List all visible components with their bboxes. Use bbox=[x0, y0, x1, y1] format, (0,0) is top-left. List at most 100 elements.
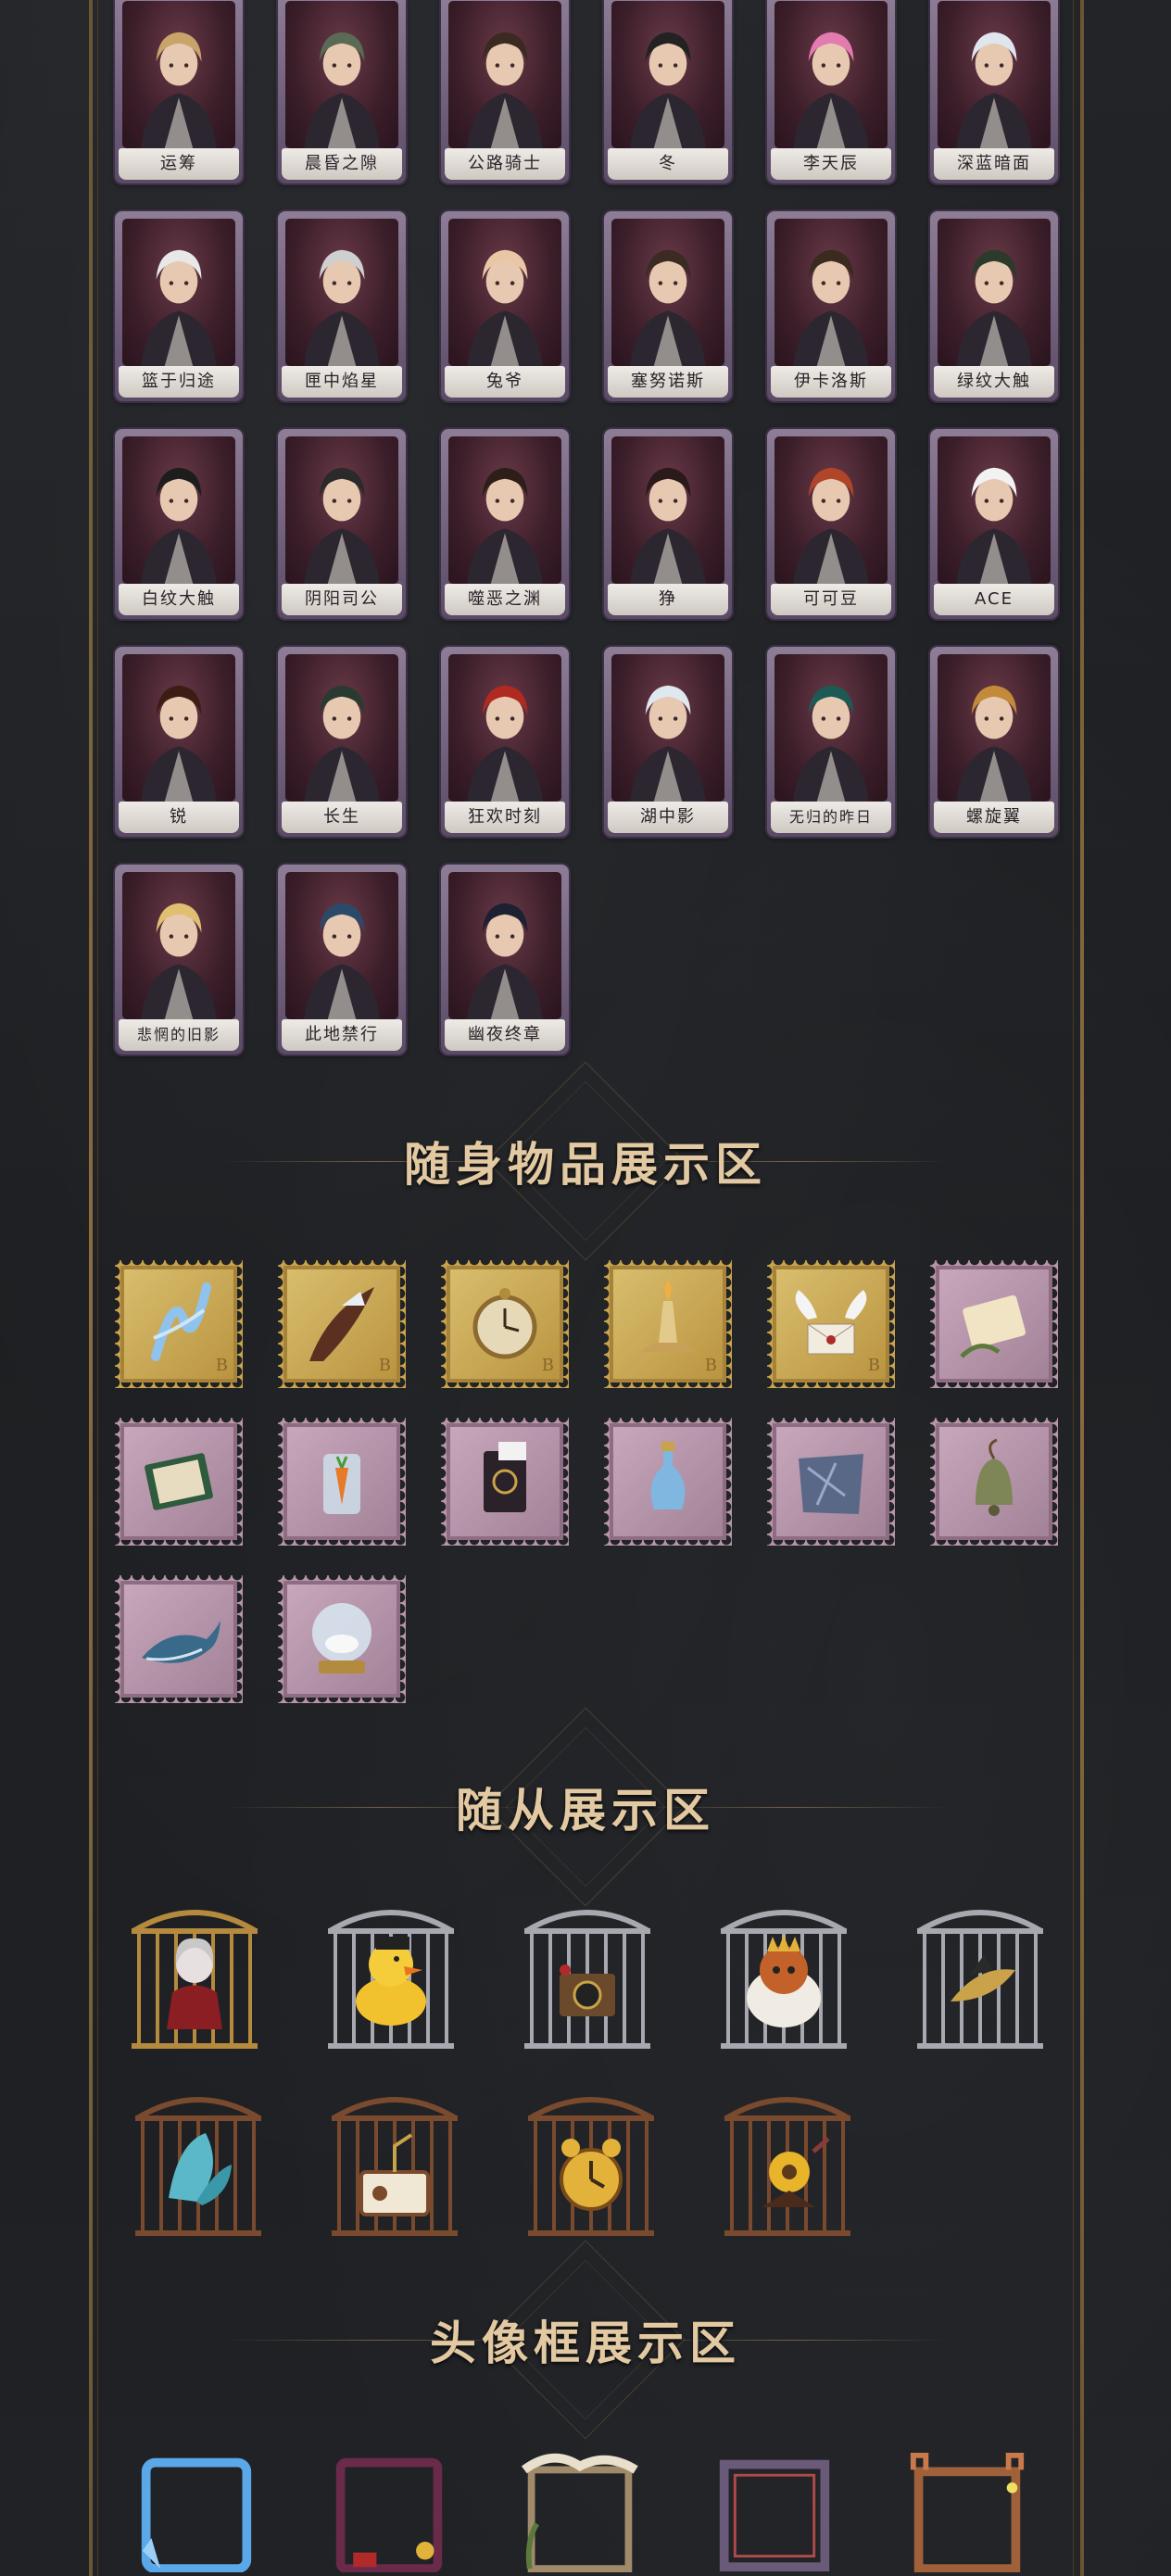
character-card[interactable]: 篮于归途 bbox=[115, 211, 243, 401]
character-card[interactable]: 此地禁行 bbox=[278, 865, 406, 1054]
character-card[interactable]: 白纹大触 bbox=[115, 429, 243, 619]
accessory-item[interactable] bbox=[441, 1418, 569, 1546]
character-card[interactable]: 幽夜终章 bbox=[441, 865, 569, 1054]
character-name: 此地禁行 bbox=[282, 1019, 402, 1051]
accessory-item[interactable]: B bbox=[767, 1260, 895, 1388]
pet-item[interactable] bbox=[515, 2087, 667, 2244]
avatar-frame-item[interactable] bbox=[132, 2452, 261, 2573]
character-card[interactable]: 深蓝暗面 bbox=[930, 0, 1058, 183]
character-card[interactable]: 螺旋翼 bbox=[930, 647, 1058, 837]
pet-item[interactable] bbox=[122, 2087, 274, 2244]
character-portrait bbox=[611, 219, 724, 366]
character-name: 湖中影 bbox=[608, 802, 728, 833]
accessory-item[interactable]: B bbox=[115, 1260, 243, 1388]
character-name: 锐 bbox=[119, 802, 239, 833]
character-card[interactable]: 阴阳司公 bbox=[278, 429, 406, 619]
golden-quill-pet-icon bbox=[917, 1910, 1043, 2049]
character-card[interactable]: 绿纹大触 bbox=[930, 211, 1058, 401]
character-card[interactable]: ACE bbox=[930, 429, 1058, 619]
accessory-item[interactable] bbox=[767, 1418, 895, 1546]
pet-item[interactable] bbox=[904, 1900, 1056, 2057]
vine-frame-icon bbox=[521, 2453, 638, 2572]
character-card[interactable]: 公路骑士 bbox=[441, 0, 569, 183]
accessory-tag: B bbox=[704, 1356, 717, 1375]
yellow-duck-pet-icon bbox=[328, 1910, 454, 2049]
accessory-item[interactable] bbox=[278, 1575, 406, 1703]
character-name: 兔爷 bbox=[445, 366, 565, 398]
character-card[interactable]: 兔爷 bbox=[441, 211, 569, 401]
character-name: 塞努诺斯 bbox=[608, 366, 728, 398]
accessory-item[interactable] bbox=[115, 1575, 243, 1703]
pet-item[interactable] bbox=[708, 1900, 860, 2057]
accessory-tag: B bbox=[541, 1356, 554, 1375]
accessory-item[interactable] bbox=[115, 1418, 243, 1546]
character-name: 幽夜终章 bbox=[445, 1019, 565, 1051]
character-name: 长生 bbox=[282, 802, 402, 833]
character-card[interactable]: 匣中焰星 bbox=[278, 211, 406, 401]
avatar-frame-item[interactable] bbox=[324, 2452, 454, 2573]
character-name: 公路骑士 bbox=[445, 148, 565, 180]
character-card[interactable]: 晨昏之隙 bbox=[278, 0, 406, 183]
avatar-frames-section-header: 头像框展示区 bbox=[0, 2240, 1171, 2440]
avatar-frame-item[interactable] bbox=[902, 2452, 1032, 2573]
character-portrait bbox=[285, 1, 398, 148]
accessory-item[interactable]: B bbox=[604, 1260, 732, 1388]
pet-item[interactable] bbox=[119, 1900, 271, 2057]
character-name: 可可豆 bbox=[771, 584, 891, 615]
character-name: 噬恶之渊 bbox=[445, 584, 565, 615]
character-card[interactable]: 噬恶之渊 bbox=[441, 429, 569, 619]
character-portrait bbox=[938, 436, 1051, 584]
accessory-item[interactable]: B bbox=[441, 1260, 569, 1388]
accessory-item[interactable] bbox=[278, 1418, 406, 1546]
character-card[interactable]: 伊卡洛斯 bbox=[767, 211, 895, 401]
character-card[interactable]: 塞努诺斯 bbox=[604, 211, 732, 401]
character-name: 运筹 bbox=[119, 148, 239, 180]
book-icon bbox=[145, 1453, 213, 1510]
pet-item[interactable] bbox=[511, 1900, 663, 2057]
accessory-item[interactable] bbox=[604, 1418, 732, 1546]
flower-gramophone-pet-icon bbox=[724, 2097, 850, 2236]
leaf-pet-icon bbox=[135, 2097, 261, 2236]
character-card[interactable]: 冬 bbox=[604, 0, 732, 183]
character-portrait bbox=[611, 436, 724, 584]
character-name: 匣中焰星 bbox=[282, 366, 402, 398]
carrot-jar-icon bbox=[323, 1454, 360, 1514]
character-name: 螺旋翼 bbox=[934, 802, 1054, 833]
character-card[interactable]: 狰 bbox=[604, 429, 732, 619]
doll-pet-icon bbox=[132, 1910, 258, 2049]
character-card[interactable]: 狂欢时刻 bbox=[441, 647, 569, 837]
character-portrait bbox=[448, 1, 561, 148]
winged-letter-icon bbox=[795, 1290, 867, 1355]
character-card[interactable]: 长生 bbox=[278, 647, 406, 837]
character-card[interactable]: 湖中影 bbox=[604, 647, 732, 837]
accessory-item[interactable]: B bbox=[278, 1260, 406, 1388]
accessory-item[interactable] bbox=[930, 1418, 1058, 1546]
character-card[interactable]: 可可豆 bbox=[767, 429, 895, 619]
pet-item[interactable] bbox=[711, 2087, 863, 2244]
character-card[interactable]: 李天辰 bbox=[767, 0, 895, 183]
character-card[interactable]: 运筹 bbox=[115, 0, 243, 183]
avatar-frames-section-title: 头像框展示区 bbox=[430, 2316, 741, 2370]
accessory-item[interactable] bbox=[930, 1260, 1058, 1388]
character-portrait bbox=[448, 436, 561, 584]
radio-pet-icon bbox=[332, 2097, 458, 2236]
character-card[interactable]: 无归的昨日 bbox=[767, 647, 895, 837]
character-name: 白纹大触 bbox=[119, 584, 239, 615]
character-portrait bbox=[285, 436, 398, 584]
castle-frame-icon bbox=[910, 2452, 1025, 2573]
character-name: 篮于归途 bbox=[119, 366, 239, 398]
character-card[interactable]: 锐 bbox=[115, 647, 243, 837]
avatar-frame-item[interactable] bbox=[515, 2452, 645, 2572]
pocket-watch-icon bbox=[472, 1288, 537, 1359]
avatar-frame-item[interactable] bbox=[710, 2452, 839, 2572]
feather-quill-icon bbox=[309, 1287, 374, 1361]
character-name: 晨昏之隙 bbox=[282, 148, 402, 180]
character-portrait bbox=[285, 872, 398, 1019]
snow-globe-icon bbox=[312, 1603, 371, 1673]
crystal-frame-icon bbox=[141, 2457, 252, 2573]
character-card[interactable]: 悲惘的旧影 bbox=[115, 865, 243, 1054]
pet-item[interactable] bbox=[319, 2087, 471, 2244]
character-portrait bbox=[448, 654, 561, 802]
character-name: 悲惘的旧影 bbox=[119, 1019, 239, 1051]
pet-item[interactable] bbox=[315, 1900, 467, 2057]
